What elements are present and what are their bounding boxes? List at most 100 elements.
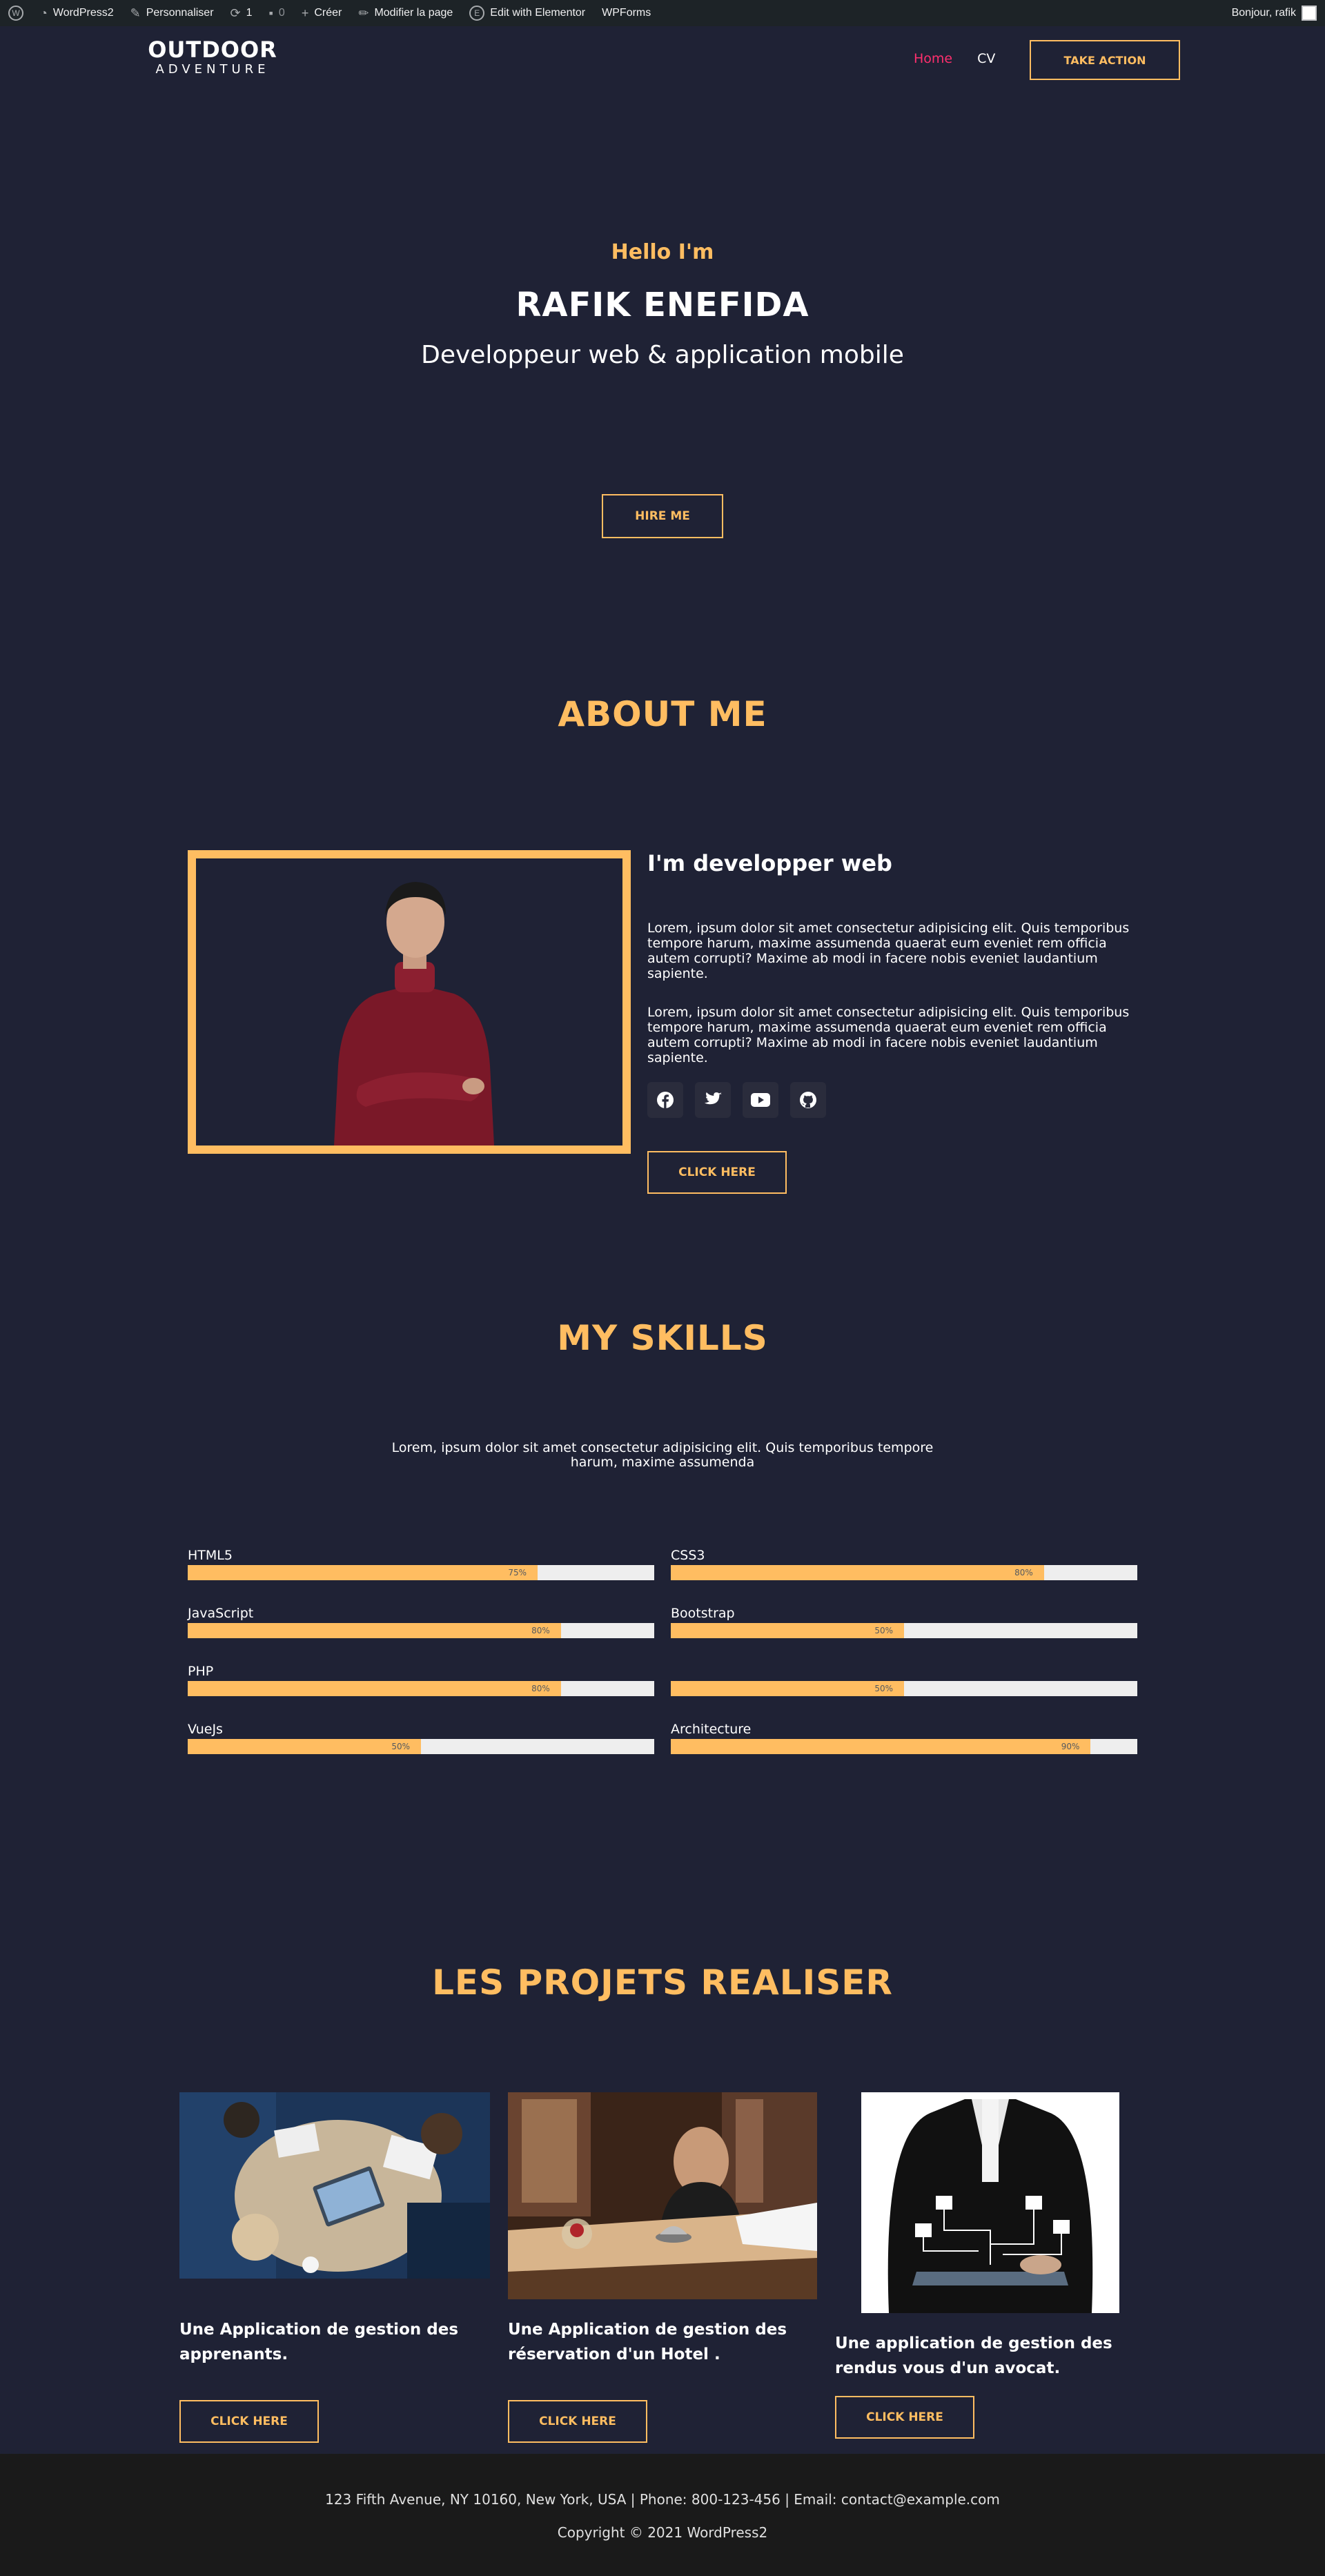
skill-label	[671, 1663, 1137, 1681]
skill-progress-fill: 80%	[671, 1565, 1044, 1580]
social-links	[647, 1082, 826, 1118]
project-1-title: Une Application de gestion des apprenant…	[179, 2317, 458, 2367]
skill-progress-fill: 80%	[188, 1623, 561, 1638]
skill-percent: 50%	[874, 1684, 893, 1693]
project-1-title-line-2: apprenants.	[179, 2346, 288, 2363]
project-1-title-line-1: Une Application de gestion des	[179, 2321, 459, 2339]
skill-progress-track: 80%	[188, 1681, 654, 1696]
skill-label: Architecture	[671, 1722, 752, 1737]
hire-me-button[interactable]: HIRE ME	[602, 494, 723, 538]
github-icon	[800, 1092, 816, 1108]
about-title: ABOUT ME	[558, 694, 767, 734]
wpforms-link[interactable]: WPForms	[593, 0, 659, 26]
skill-progress-fill: 50%	[671, 1623, 904, 1638]
project-2-click-here-button[interactable]: CLICK HERE	[508, 2400, 647, 2443]
customize-label: Personnaliser	[146, 7, 214, 19]
wpforms-label: WPForms	[602, 7, 651, 19]
github-link[interactable]	[790, 1082, 826, 1118]
skill-item: VueJs 50%	[188, 1721, 654, 1754]
avatar	[1302, 6, 1317, 21]
plus-icon: +	[301, 6, 309, 20]
skills-title: MY SKILLS	[557, 1318, 768, 1358]
footer-copyright: Copyright © 2021 WordPress2	[557, 2524, 768, 2541]
skill-progress-track: 80%	[188, 1623, 654, 1638]
main-nav: Home CV	[914, 51, 995, 66]
project-2-title: Une Application de gestion des réservati…	[508, 2317, 787, 2367]
skill-label: VueJs	[188, 1722, 223, 1737]
project-1-image[interactable]	[179, 2092, 490, 2279]
skill-item: Bootstrap 50%	[671, 1605, 1137, 1638]
about-paragraph-1: Lorem, ipsum dolor sit amet consectetur …	[647, 921, 1130, 981]
hero-subtitle: Developpeur web & application mobile	[421, 341, 904, 369]
site-header: OUTDOOR ADVENTURE Home CV TAKE ACTION	[0, 26, 1325, 92]
skill-label: CSS3	[671, 1548, 705, 1563]
skill-percent: 80%	[1014, 1568, 1033, 1577]
project-3-title-line-2: rendus vous d'un avocat.	[835, 2359, 1061, 2377]
projects-title: LES PROJETS REALISER	[432, 1963, 893, 2003]
skill-item: CSS3 80%	[671, 1547, 1137, 1580]
project-3-image[interactable]	[861, 2092, 1119, 2313]
about-heading: I'm developper web	[647, 850, 892, 876]
comments-count: 0	[278, 7, 285, 19]
meeting-photo	[179, 2092, 490, 2279]
about-click-here-button[interactable]: CLICK HERE	[647, 1151, 787, 1194]
hero-greeting: Hello I'm	[611, 240, 714, 264]
facebook-icon	[657, 1092, 674, 1108]
skill-progress-track: 90%	[671, 1739, 1137, 1754]
skill-progress-fill: 50%	[671, 1681, 904, 1696]
skill-progress-track: 50%	[671, 1681, 1137, 1696]
project-3-title: Une application de gestion des rendus vo…	[835, 2331, 1112, 2381]
about-paragraph-2: Lorem, ipsum dolor sit amet consectetur …	[647, 1005, 1130, 1065]
hotel-reception-photo	[508, 2092, 817, 2299]
project-3-click-here-button[interactable]: CLICK HERE	[835, 2396, 974, 2439]
skill-progress-fill: 90%	[671, 1739, 1091, 1754]
skill-percent: 50%	[874, 1626, 893, 1635]
skill-percent: 80%	[531, 1684, 550, 1693]
edit-page-label: Modifier la page	[374, 7, 453, 19]
site-logo[interactable]: OUTDOOR ADVENTURE	[144, 37, 282, 77]
project-1-click-here-button[interactable]: CLICK HERE	[179, 2400, 319, 2443]
youtube-link[interactable]	[743, 1082, 778, 1118]
logo-bottom-text: ADVENTURE	[155, 62, 270, 77]
elementor-link[interactable]: E Edit with Elementor	[461, 0, 593, 26]
updates-count: 1	[246, 7, 253, 19]
site-name-link[interactable]: ◔ WordPress2	[32, 0, 122, 26]
admin-bar: W ◔ WordPress2 ✎ Personnaliser ⟳ 1 ▪ 0 +…	[0, 0, 1325, 26]
skills-intro: Lorem, ipsum dolor sit amet consectetur …	[391, 1440, 934, 1470]
nav-item-home[interactable]: Home	[914, 51, 952, 66]
nav-item-cv[interactable]: CV	[977, 51, 995, 66]
elementor-label: Edit with Elementor	[490, 7, 586, 19]
site-footer: 123 Fifth Avenue, NY 10160, New York, US…	[0, 2454, 1325, 2576]
elementor-icon: E	[469, 6, 485, 21]
logo-top-text: OUTDOOR	[148, 37, 277, 63]
new-content-label: Créer	[314, 7, 342, 19]
skill-progress-track: 50%	[671, 1623, 1137, 1638]
comments-link[interactable]: ▪ 0	[261, 0, 293, 26]
skill-item: JavaScript 80%	[188, 1605, 654, 1638]
profile-photo-frame	[188, 850, 631, 1154]
project-2-title-line-2: réservation d'un Hotel .	[508, 2346, 720, 2363]
updates-link[interactable]: ⟳ 1	[222, 0, 261, 26]
skill-percent: 90%	[1061, 1742, 1080, 1751]
project-2-image[interactable]	[508, 2092, 817, 2299]
pencil-icon: ✏	[358, 6, 369, 20]
skill-progress-fill: 75%	[188, 1565, 538, 1580]
comment-icon: ▪	[268, 6, 273, 20]
skill-percent: 80%	[531, 1626, 550, 1635]
take-action-button[interactable]: TAKE ACTION	[1030, 40, 1180, 80]
wordpress-logo-button[interactable]: W	[0, 0, 32, 26]
new-content-link[interactable]: + Créer	[293, 0, 351, 26]
greeting-label: Bonjour, rafik	[1231, 7, 1296, 19]
skill-item: Architecture 90%	[671, 1721, 1137, 1754]
facebook-link[interactable]	[647, 1082, 683, 1118]
twitter-link[interactable]	[695, 1082, 731, 1118]
skill-progress-track: 80%	[671, 1565, 1137, 1580]
skill-label: Bootstrap	[671, 1606, 735, 1621]
skill-label: PHP	[188, 1664, 214, 1679]
footer-contact: 123 Fifth Avenue, NY 10160, New York, US…	[325, 2491, 1000, 2508]
customize-link[interactable]: ✎ Personnaliser	[122, 0, 222, 26]
account-menu[interactable]: Bonjour, rafik	[1232, 6, 1325, 21]
skill-progress-fill: 80%	[188, 1681, 561, 1696]
skill-progress-track: 50%	[188, 1739, 654, 1754]
edit-page-link[interactable]: ✏ Modifier la page	[350, 0, 461, 26]
